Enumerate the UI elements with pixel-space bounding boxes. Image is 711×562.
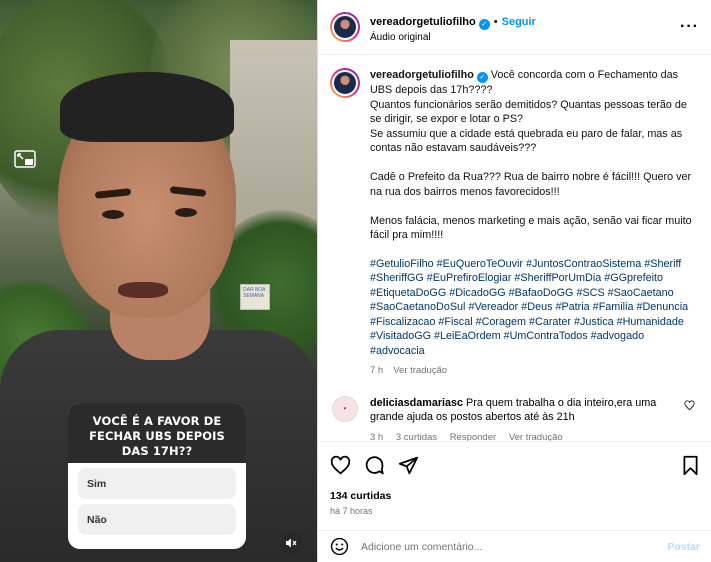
avatar[interactable] (330, 12, 360, 42)
more-options-icon[interactable]: ··· (680, 18, 699, 36)
person-eye (175, 208, 197, 217)
caption: vereadorgetuliofilho ✓ Você concorda com … (330, 68, 699, 379)
reply-button[interactable]: Responder (450, 432, 496, 442)
comment-likes[interactable]: 3 curtidas (396, 432, 437, 442)
bookmark-icon[interactable] (681, 455, 700, 476)
comment-icon[interactable] (364, 455, 385, 476)
caption-time: 7 h (370, 365, 384, 376)
background-sign: DAR BOA SEMANA (240, 284, 270, 310)
comment-username[interactable]: deliciasdamariasc (370, 397, 463, 409)
follow-button[interactable]: Seguir (502, 16, 536, 28)
translate-link[interactable]: Ver tradução (393, 365, 447, 376)
like-comment-icon[interactable] (684, 399, 695, 411)
comment-time: 3 h (370, 431, 384, 442)
share-icon[interactable] (398, 455, 419, 476)
author-username[interactable]: vereadorgetuliofilho (370, 16, 476, 28)
add-comment-bar: Postar (318, 530, 711, 562)
poll-sticker: VOCÊ É A FAVOR DE FECHAR UBS DEPOIS DAS … (68, 403, 246, 549)
emoji-icon[interactable] (330, 537, 349, 556)
poll-option-yes[interactable]: Sim (78, 468, 236, 499)
comment-input[interactable] (361, 540, 668, 553)
caption-hashtags[interactable]: #GetulioFilho #EuQueroTeOuvir #JuntosCon… (370, 257, 692, 359)
verified-icon: ✓ (478, 18, 490, 30)
person-hair (60, 72, 234, 142)
caption-text: Você concorda com o Fechamento das UBS d… (370, 69, 692, 241)
mute-icon[interactable] (280, 532, 302, 554)
post-panel: vereadorgetuliofilho ✓ • Seguir Áudio origi… (317, 0, 711, 562)
audio-label[interactable]: Áudio original (370, 32, 680, 43)
heart-icon[interactable] (330, 455, 351, 476)
post-header: vereadorgetuliofilho ✓ • Seguir Áudio origi… (318, 0, 711, 55)
post-time[interactable]: há 7 horas (330, 506, 700, 516)
post-button[interactable]: Postar (667, 541, 700, 553)
comments-section: vereadorgetuliofilho ✓ Você concorda com … (318, 55, 711, 441)
avatar[interactable] (330, 68, 360, 98)
poll-option-no[interactable]: Não (78, 504, 236, 535)
likes-count[interactable]: 134 curtidas (330, 490, 700, 502)
translate-link[interactable]: Ver tradução (509, 432, 563, 442)
action-bar: 134 curtidas há 7 horas (318, 441, 711, 516)
person-eye (102, 210, 124, 219)
reel-video[interactable]: DAR BOA SEMANA VOCÊ É A FAVOR DE FECHAR … (0, 0, 317, 562)
picture-in-picture-icon[interactable] (14, 150, 36, 168)
commenter-avatar[interactable]: ♥ (332, 395, 358, 422)
person-mouth (118, 282, 168, 298)
separator-dot: • (493, 15, 498, 28)
poll-question: VOCÊ É A FAVOR DE FECHAR UBS DEPOIS DAS … (68, 403, 246, 463)
comment: ♥ deliciasdamariasc Pra quem trabalha o … (330, 395, 699, 442)
verified-icon: ✓ (476, 72, 488, 83)
caption-username[interactable]: vereadorgetuliofilho (370, 69, 474, 81)
